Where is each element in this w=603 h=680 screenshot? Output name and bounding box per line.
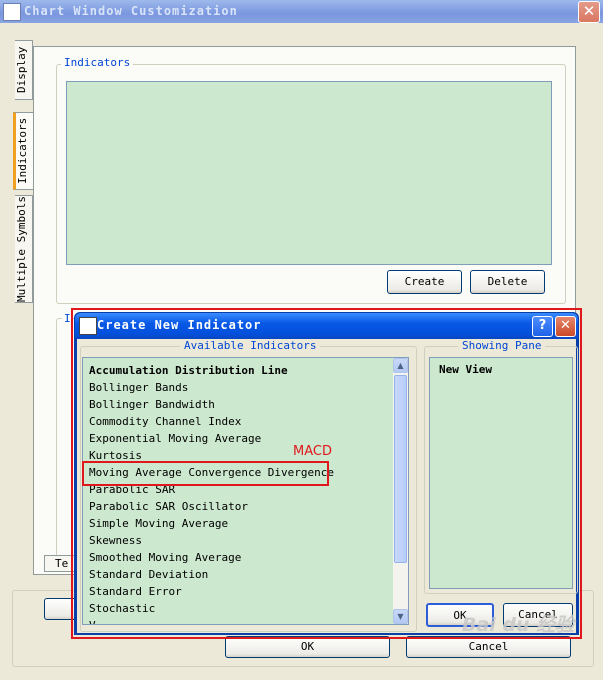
tab-display[interactable]: Display	[15, 40, 33, 100]
main-ok-button[interactable]: OK	[225, 636, 390, 658]
tab-multiple-symbols[interactable]: Multiple Symbols	[15, 195, 33, 303]
tab-indicators[interactable]: Indicators	[13, 112, 35, 190]
window-close-button[interactable]: ✕	[578, 1, 600, 23]
annotation-macd-label: MACD	[293, 444, 332, 459]
annotation-macd-highlight	[82, 461, 329, 486]
delete-button[interactable]: Delete	[470, 270, 545, 294]
watermark: Bai du 经验	[462, 614, 575, 636]
main-cancel-button[interactable]: Cancel	[406, 636, 571, 658]
indicators-legend: Indicators	[61, 56, 134, 69]
window-title: Chart Window Customization	[24, 4, 238, 18]
indicators-list[interactable]	[66, 81, 552, 265]
create-button[interactable]: Create	[387, 270, 462, 294]
app-chart-icon	[3, 3, 21, 21]
